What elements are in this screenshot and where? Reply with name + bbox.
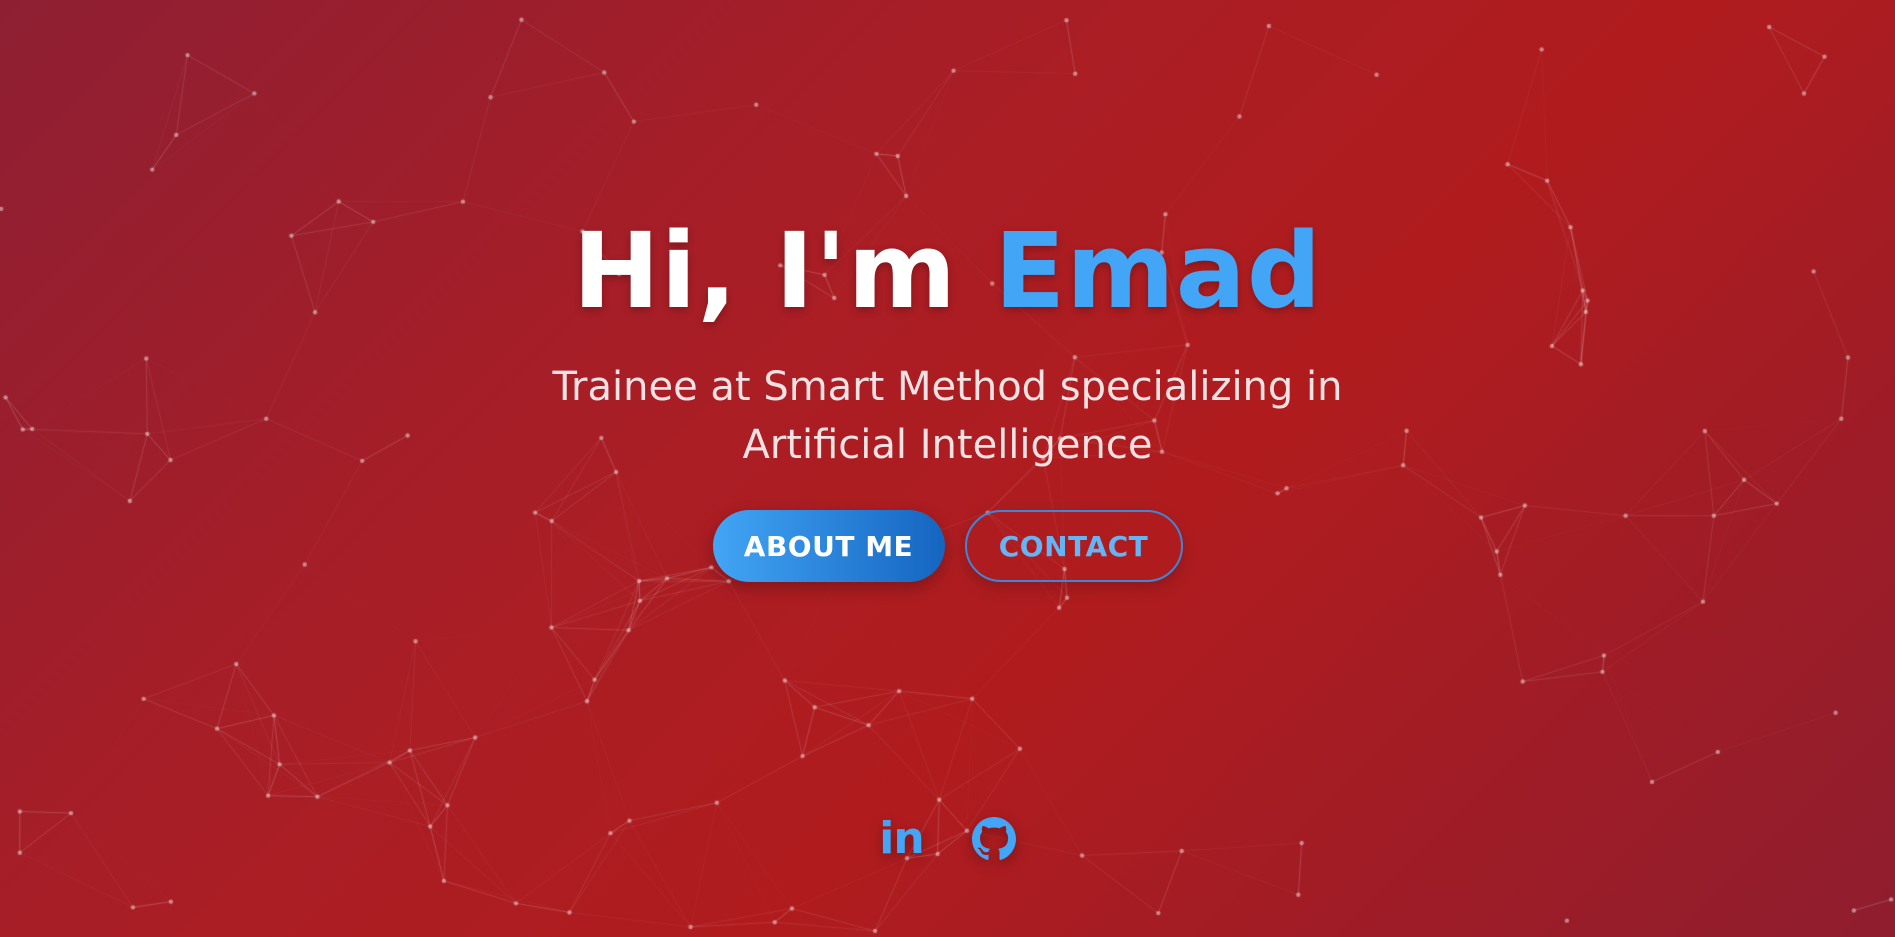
linkedin-icon[interactable]: in <box>878 815 926 863</box>
about-me-button[interactable]: ABOUT ME <box>712 510 945 582</box>
social-links: in <box>0 815 1895 863</box>
github-logo <box>971 817 1016 860</box>
hero-subtitle: Trainee at Smart Method specializing in … <box>552 364 1343 468</box>
linkedin-icon-text: in <box>879 813 924 864</box>
hero-section: Hi, I'm Emad Trainee at Smart Method spe… <box>0 210 1895 582</box>
contact-button[interactable]: CONTACT <box>964 510 1183 582</box>
name-highlight: Emad <box>994 210 1323 332</box>
hero-headline: Hi, I'm Emad <box>0 210 1895 332</box>
hero-buttons: ABOUT ME CONTACT <box>0 510 1895 582</box>
greeting-text: Hi, I'm <box>572 210 958 332</box>
github-icon[interactable] <box>970 815 1018 863</box>
